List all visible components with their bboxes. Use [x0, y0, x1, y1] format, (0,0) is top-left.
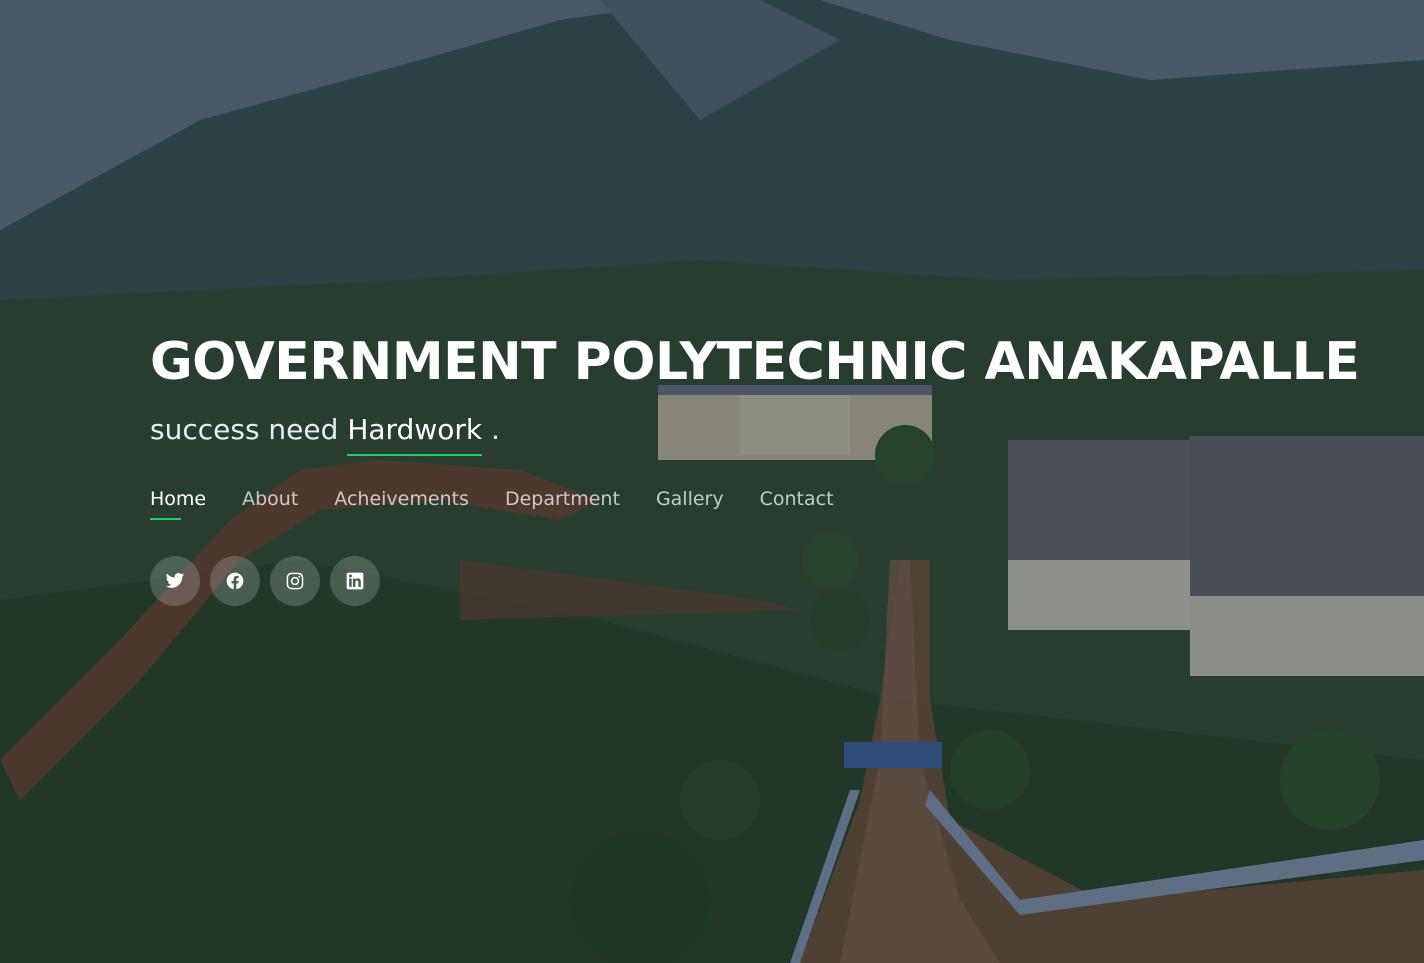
tagline-highlight: Hardwork [347, 412, 483, 456]
hero-content: GOVERNMENT POLYTECHNIC ANAKAPALLE succes… [150, 330, 1420, 606]
main-nav: Home About Acheivements Department Galle… [150, 486, 1420, 520]
hero-section: GOVERNMENT POLYTECHNIC ANAKAPALLE succes… [0, 0, 1424, 963]
linkedin-link[interactable] [330, 556, 380, 606]
tagline-suffix: . [482, 413, 500, 446]
linkedin-icon [346, 572, 364, 590]
nav-about[interactable]: About [242, 486, 298, 520]
twitter-icon [165, 573, 185, 588]
tagline-prefix: success need [150, 413, 348, 446]
instagram-icon [286, 572, 304, 590]
nav-gallery[interactable]: Gallery [656, 486, 724, 520]
nav-contact[interactable]: Contact [760, 486, 834, 520]
social-links [150, 556, 1420, 606]
facebook-icon [226, 572, 244, 590]
twitter-link[interactable] [150, 556, 200, 606]
tagline: success need Hardwork . [150, 412, 1420, 456]
nav-acheivements[interactable]: Acheivements [334, 486, 469, 520]
instagram-link[interactable] [270, 556, 320, 606]
site-title: GOVERNMENT POLYTECHNIC ANAKAPALLE [150, 332, 1360, 392]
facebook-link[interactable] [210, 556, 260, 606]
nav-home[interactable]: Home [150, 486, 206, 520]
nav-department[interactable]: Department [505, 486, 620, 520]
